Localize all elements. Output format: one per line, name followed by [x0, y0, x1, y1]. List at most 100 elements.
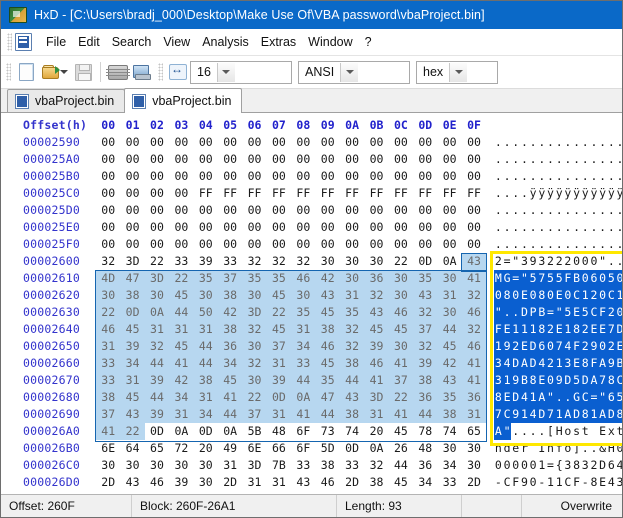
hex-byte-cell[interactable]: 2D [218, 474, 242, 491]
hex-byte-cell[interactable]: 46 [145, 474, 169, 491]
hex-byte-cell[interactable]: 44 [193, 355, 218, 372]
ascii-cell[interactable]: ÿ [546, 185, 555, 202]
menu-item-help[interactable]: ? [359, 33, 378, 51]
ascii-cell[interactable]: 0 [494, 287, 503, 304]
hex-byte-cell[interactable]: 00 [120, 236, 144, 253]
ascii-cell[interactable]: F [598, 304, 607, 321]
new-file-button[interactable] [14, 60, 38, 84]
ascii-cell[interactable]: C [606, 287, 616, 304]
ascii-cells[interactable]: ................ [494, 236, 622, 253]
ascii-cell[interactable]: [ [546, 423, 555, 440]
hex-byte-cell[interactable]: 31 [193, 321, 218, 338]
hex-byte-cell[interactable]: 00 [316, 168, 340, 185]
menu-item-search[interactable]: Search [106, 33, 158, 51]
hex-row[interactable]: 000025B0 00 00 00 00 00 00 00 00 00 00 00 00 00 00 00 00… [1, 168, 622, 185]
hex-byte-cell[interactable]: 65 [145, 440, 169, 457]
hex-byte-cell[interactable]: 45 [315, 304, 340, 321]
ascii-cell[interactable]: ÿ [616, 185, 623, 202]
hex-byte-cell[interactable]: 30 [242, 372, 267, 389]
hex-byte-cell[interactable]: 00 [145, 185, 169, 202]
ascii-cell[interactable]: . [503, 168, 512, 185]
ascii-cells[interactable]: A"....[Host Exte [494, 423, 622, 440]
hex-byte-cell[interactable]: 00 [145, 168, 169, 185]
ascii-cell[interactable]: ; [607, 491, 616, 494]
ascii-cells[interactable]: 319B8E09D5DA78CA [494, 372, 622, 389]
hex-byte-cell[interactable]: 35 [340, 491, 364, 494]
ascii-cell[interactable]: E [572, 304, 581, 321]
ascii-cells[interactable]: nder Info]..&H00 [494, 440, 622, 457]
hex-byte-cell[interactable]: 00 [291, 151, 315, 168]
hex-row[interactable]: 000026C0 30 30 30 30 30 31 3D 7B 33 38 33 32 44 36 34 30… [1, 457, 622, 474]
hex-byte-cell[interactable]: FF [218, 185, 242, 202]
hex-byte-cell[interactable]: 37 [266, 338, 292, 355]
ascii-cell[interactable]: A [520, 355, 529, 372]
ascii-cell[interactable]: 0 [572, 253, 581, 270]
hex-byte-cell[interactable]: 38 [315, 321, 340, 338]
hex-byte-cell[interactable]: 43 [120, 474, 144, 491]
hex-byte-cell[interactable]: 6F [291, 440, 315, 457]
ascii-cell[interactable]: . [494, 134, 503, 151]
menu-item-view[interactable]: View [157, 33, 196, 51]
hex-byte-cell[interactable]: 00 [291, 168, 315, 185]
hex-byte-cell[interactable]: 38 [316, 457, 340, 474]
hex-byte-cell[interactable]: 00 [242, 151, 266, 168]
hex-byte-cell[interactable]: 39 [364, 338, 389, 355]
ascii-cell[interactable]: 1 [494, 338, 503, 355]
hex-byte-cell[interactable]: 00 [291, 236, 315, 253]
hex-row[interactable]: 000025A0 00 00 00 00 00 00 00 00 00 00 00 00 00 00 00 00… [1, 151, 622, 168]
hex-byte-cell[interactable]: 22 [266, 304, 292, 321]
hex-byte-cell[interactable]: 43 [437, 372, 462, 389]
hex-byte-cells[interactable]: 00 00 00 00 00 00 00 00 00 00 00 00 00 00 00 00 [96, 168, 486, 185]
hex-byte-cell[interactable]: 44 [413, 406, 438, 423]
ascii-cell[interactable]: . [529, 134, 538, 151]
ascii-cell[interactable]: 2 [564, 253, 573, 270]
hex-byte-cell[interactable]: 41 [145, 491, 169, 494]
hex-byte-cell[interactable]: 43 [364, 304, 389, 321]
ascii-cell[interactable]: 2 [580, 321, 590, 338]
hex-byte-cell[interactable]: 39 [169, 474, 193, 491]
hex-byte-cell[interactable]: 41 [291, 406, 316, 423]
hex-byte-cell[interactable]: 34 [169, 389, 194, 406]
hex-byte-cell[interactable]: 38 [217, 321, 243, 338]
hex-byte-cell[interactable]: 32 [364, 287, 389, 304]
ascii-cell[interactable]: n [494, 440, 503, 457]
hex-byte-cell[interactable]: 00 [169, 151, 193, 168]
hex-byte-cells[interactable]: 4D 47 3D 22 35 37 35 35 46 42 30 36 30 35 30 41 [96, 270, 487, 287]
hex-byte-cell[interactable]: 78 [413, 423, 437, 440]
hex-byte-cell[interactable]: 0A [218, 423, 242, 440]
ascii-cell[interactable]: " [520, 270, 529, 287]
ascii-cell[interactable]: 0 [615, 304, 622, 321]
hex-byte-cell[interactable]: FF [242, 185, 266, 202]
hex-byte-cell[interactable]: 47 [120, 270, 145, 287]
ascii-cell[interactable]: D [598, 457, 607, 474]
hex-byte-cell[interactable]: 42 [315, 270, 340, 287]
ascii-cell[interactable]: . [555, 168, 564, 185]
ascii-cell[interactable]: . [616, 202, 623, 219]
ascii-cell[interactable]: 9 [511, 406, 521, 423]
ascii-cell[interactable]: . [564, 219, 573, 236]
ascii-cell[interactable]: - [581, 474, 590, 491]
hex-byte-cell[interactable]: 48 [267, 423, 291, 440]
hex-byte-cell[interactable]: 00 [364, 202, 388, 219]
ascii-cell[interactable]: . [572, 168, 581, 185]
hex-row[interactable]: 00002610 4D 47 3D 22 35 37 35 35 46 42 30 36 30 35 30 41… [1, 270, 622, 287]
hex-byte-cell[interactable]: 39 [144, 406, 170, 423]
ascii-cell[interactable]: - [537, 474, 546, 491]
hex-byte-cell[interactable]: 30 [242, 287, 267, 304]
ascii-cell[interactable]: . [607, 253, 616, 270]
hex-byte-cell[interactable]: FF [462, 185, 486, 202]
hex-row[interactable]: 000026B0 6E 64 65 72 20 49 6E 66 6F 5D 0D 0A 26 48 30 30… [1, 440, 622, 457]
hex-byte-cell[interactable]: FF [194, 185, 218, 202]
hex-byte-cell[interactable]: 00 [194, 202, 218, 219]
hex-byte-cell[interactable]: 00 [194, 151, 218, 168]
ascii-cell[interactable]: 8 [606, 372, 616, 389]
ascii-cell[interactable]: . [564, 134, 573, 151]
hex-byte-cell[interactable]: 00 [145, 219, 169, 236]
ascii-cell[interactable]: 9 [520, 474, 529, 491]
ascii-cell[interactable]: . [572, 134, 581, 151]
ascii-cell[interactable]: E [598, 321, 607, 338]
hex-byte-cell[interactable]: 31 [169, 321, 194, 338]
ascii-cell[interactable]: f [555, 440, 564, 457]
hex-byte-cell[interactable]: 00 [291, 202, 315, 219]
ascii-cell[interactable]: " [494, 304, 503, 321]
